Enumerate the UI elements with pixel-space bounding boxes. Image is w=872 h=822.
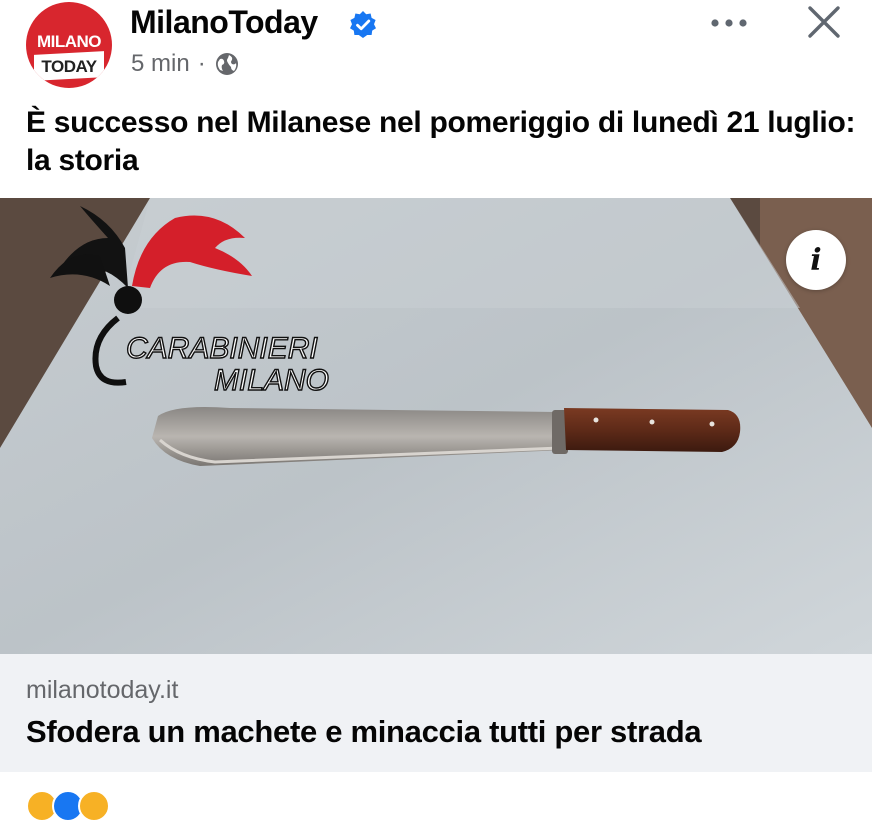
page-name[interactable]: MilanoToday	[130, 4, 318, 41]
link-domain[interactable]: milanotoday.it	[26, 676, 178, 705]
more-options-icon[interactable]	[706, 8, 752, 38]
avatar-text-today: TODAY	[41, 57, 97, 76]
post-header: MILANO TODAY MilanoToday 5 min ·	[0, 0, 872, 96]
info-icon: i	[810, 242, 822, 278]
reaction-icons[interactable]	[26, 790, 110, 822]
watermark-carabinieri: CARABINIERI	[126, 332, 318, 365]
link-preview[interactable]	[0, 654, 872, 772]
meta-separator: ·	[197, 50, 206, 77]
avatar-text-milano: MILANO	[36, 32, 102, 51]
link-title[interactable]: Sfodera un machete e minaccia tutti per …	[26, 714, 702, 750]
globe-icon[interactable]	[214, 51, 240, 77]
reaction-icon-haha	[78, 790, 110, 822]
page-avatar[interactable]: MILANO TODAY	[26, 2, 112, 88]
timestamp[interactable]: 5 min	[131, 50, 190, 78]
post-meta: 5 min ·	[131, 50, 240, 78]
post-image[interactable]: CARABINIERI MILANO	[0, 198, 872, 654]
watermark-milano: MILANO	[214, 364, 329, 397]
machete-photo: CARABINIERI MILANO	[0, 198, 872, 654]
close-icon[interactable]	[804, 2, 844, 42]
image-info-button[interactable]: i	[786, 230, 846, 290]
verified-badge-icon	[350, 11, 376, 38]
post-text: È successo nel Milanese nel pomeriggio d…	[26, 106, 856, 177]
